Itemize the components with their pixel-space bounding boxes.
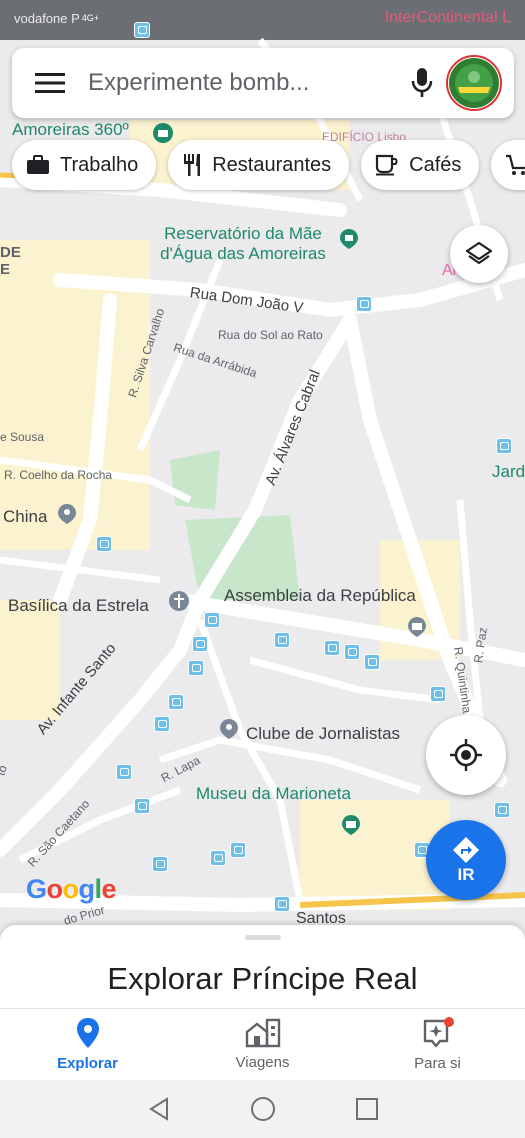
poi-label-assembleia[interactable]: Assembleia da República: [224, 586, 416, 606]
poi-label-museu[interactable]: Museu da Marioneta: [196, 784, 351, 804]
menu-icon: [35, 73, 65, 93]
poi-label-clube[interactable]: Clube de Jornalistas: [246, 724, 400, 744]
chip-label: Restaurantes: [212, 153, 332, 176]
map-label-de-e: DE E: [0, 244, 21, 278]
poi-pin-icon[interactable]: [338, 228, 360, 250]
tab-label: Explorar: [57, 1055, 118, 1072]
road-label-coelho-rocha: R. Coelho da Rocha: [4, 468, 113, 482]
location-pin-icon: [76, 1018, 99, 1048]
search-input[interactable]: Experimente bomb...: [88, 69, 398, 97]
system-navigation-bar: [0, 1080, 525, 1138]
transit-stop-icon[interactable]: [494, 802, 510, 818]
transit-stop-icon[interactable]: [210, 850, 226, 866]
directions-button[interactable]: IR: [426, 820, 506, 900]
chip-label: Trabalho: [60, 153, 139, 176]
my-location-button[interactable]: [426, 715, 506, 795]
poi-label-china[interactable]: China: [3, 507, 47, 527]
menu-button[interactable]: [12, 48, 88, 118]
microphone-icon: [411, 68, 433, 97]
transit-stop-icon[interactable]: [430, 686, 446, 702]
tab-viagens[interactable]: Viagens: [175, 1009, 350, 1080]
commute-icon: [245, 1018, 280, 1048]
status-bar: vodafone P 4G+ InterContinental L: [0, 0, 525, 36]
transit-stop-icon[interactable]: [496, 438, 512, 454]
coffee-icon: [376, 154, 398, 176]
transit-stop-icon[interactable]: [274, 632, 290, 648]
sheet-drag-handle[interactable]: [245, 935, 281, 940]
transit-stop-icon[interactable]: [154, 716, 170, 732]
tab-label: Para si: [414, 1055, 461, 1072]
transit-stop-icon[interactable]: [192, 636, 208, 652]
directions-icon: [453, 837, 479, 863]
for-you-icon: [423, 1017, 454, 1048]
transit-stop-icon[interactable]: [324, 640, 340, 656]
poi-label-reservatorio[interactable]: Reservatório da Mãe d'Água das Amoreiras: [148, 224, 338, 264]
chip-shopping[interactable]: [491, 140, 525, 190]
category-chips: Trabalho Restaurantes Cafés: [12, 140, 525, 190]
cart-icon: [506, 154, 525, 175]
tab-explorar[interactable]: Explorar: [0, 1009, 175, 1080]
chip-cafes[interactable]: Cafés: [361, 140, 480, 190]
transit-stop-icon[interactable]: [168, 694, 184, 710]
transit-stop-icon[interactable]: [230, 842, 246, 858]
poi-label-jard[interactable]: Jard: [492, 462, 525, 482]
tab-para-si[interactable]: Para si: [350, 1009, 525, 1080]
restaurant-icon: [184, 154, 201, 176]
chip-label: Cafés: [409, 153, 462, 176]
recents-icon[interactable]: [355, 1098, 378, 1120]
status-right-text: InterContinental L: [384, 9, 511, 26]
carrier-text: vodafone P: [14, 10, 80, 26]
transit-stop-icon[interactable]: [356, 296, 372, 312]
my-location-icon: [450, 739, 482, 771]
logo-letter: o: [46, 874, 64, 904]
search-bar[interactable]: Experimente bomb...: [12, 48, 514, 118]
logo-letter: G: [26, 874, 47, 904]
avatar-image-icon: [449, 58, 499, 108]
government-pin-icon[interactable]: [406, 616, 428, 638]
home-icon[interactable]: [250, 1096, 276, 1122]
poi-pin-icon[interactable]: [218, 718, 240, 740]
sheet-title: Explorar Príncipe Real: [107, 961, 418, 996]
logo-letter: o: [62, 874, 80, 904]
directions-label: IR: [457, 865, 475, 884]
chip-trabalho[interactable]: Trabalho: [12, 140, 157, 190]
transit-stop-icon[interactable]: [96, 536, 112, 552]
poi-label-basilica[interactable]: Basílica da Estrela: [8, 596, 149, 616]
transit-stop-icon[interactable]: [344, 644, 360, 660]
chip-restaurantes[interactable]: Restaurantes: [168, 140, 350, 190]
logo-letter: l: [94, 874, 103, 904]
transit-stop-icon[interactable]: [116, 764, 132, 780]
transit-stop-icon[interactable]: [364, 654, 380, 670]
transit-stop-icon[interactable]: [188, 660, 204, 676]
transit-stop-icon[interactable]: [204, 612, 220, 628]
logo-letter: g: [78, 874, 96, 904]
road-label-sol-rato: Rua do Sol ao Rato: [218, 328, 323, 342]
transit-stop-icon[interactable]: [274, 896, 290, 912]
poi-label-amoreiras[interactable]: Amoreiras 360º: [12, 120, 129, 140]
layers-icon: [465, 241, 493, 265]
road-label-sousa: e Sousa: [0, 430, 45, 444]
transit-stop-icon[interactable]: [134, 798, 150, 814]
museum-pin-icon[interactable]: [340, 814, 362, 836]
briefcase-icon: [27, 155, 49, 174]
transit-stop-icon[interactable]: [152, 856, 168, 872]
bottom-navigation: Explorar Viagens Para si: [0, 1008, 525, 1080]
explore-sheet[interactable]: Explorar Príncipe Real: [0, 925, 525, 1020]
network-type: 4G+: [81, 13, 100, 23]
layers-button[interactable]: [450, 225, 508, 283]
logo-letter: e: [101, 874, 117, 904]
tab-label: Viagens: [235, 1054, 290, 1071]
google-logo: Google: [26, 874, 117, 905]
back-icon[interactable]: [148, 1097, 170, 1121]
voice-search-button[interactable]: [398, 48, 446, 118]
church-pin-icon[interactable]: [168, 590, 190, 612]
poi-pin-icon[interactable]: [56, 503, 78, 525]
account-avatar[interactable]: [446, 55, 502, 111]
